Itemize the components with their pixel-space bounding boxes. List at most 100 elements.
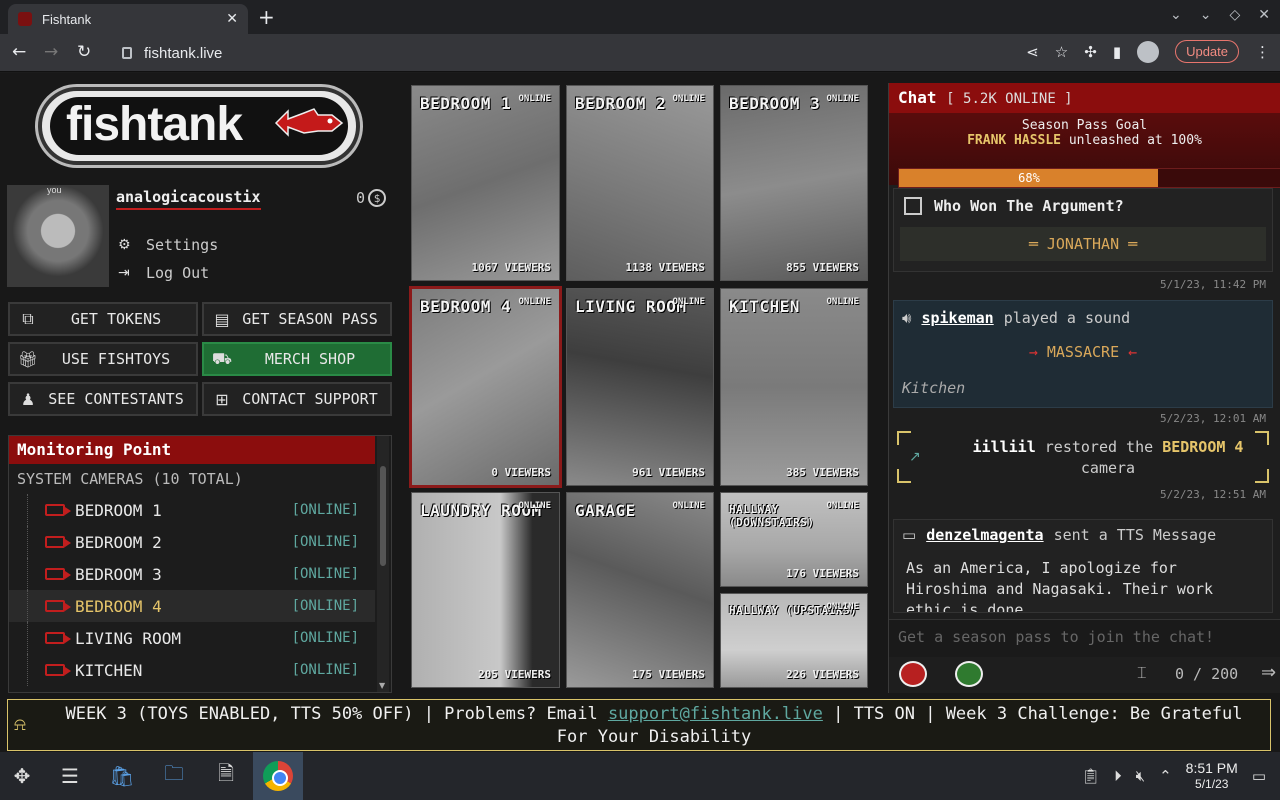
- more-menu-icon[interactable]: ⋮: [1255, 43, 1270, 61]
- camera-feed-hallway-upstairs[interactable]: HALLWAY (UPSTAIRS) ONLINE 226 VIEWERS: [720, 593, 868, 688]
- bookmark-star-icon[interactable]: ☆: [1055, 43, 1068, 61]
- username[interactable]: analogicacoustix: [116, 188, 261, 210]
- tray-expand-icon[interactable]: ⌃: [1159, 767, 1172, 785]
- camera-list-scrollbar[interactable]: ▼: [377, 436, 389, 692]
- close-tab-icon[interactable]: ✕: [226, 11, 238, 27]
- profile-avatar-icon[interactable]: [1137, 40, 1160, 63]
- discover-store-icon[interactable]: 🛍︎: [104, 758, 140, 794]
- settings-link[interactable]: ⚙ Settings: [118, 236, 218, 254]
- chrome-taskbar-item[interactable]: [253, 752, 303, 800]
- chat-input[interactable]: Get a season pass to join the chat!: [889, 619, 1280, 657]
- clipboard-icon[interactable]: 📋︎: [1081, 767, 1100, 785]
- camera-name: BEDROOM 3: [75, 564, 162, 584]
- camera-feed-bedroom-3[interactable]: BEDROOM 3 ONLINE 855 VIEWERS: [720, 85, 868, 281]
- fishtank-logo[interactable]: fishtank: [38, 87, 360, 165]
- send-icon[interactable]: ⇒: [1261, 662, 1276, 683]
- camera-status: [ONLINE]: [291, 598, 359, 614]
- poll-timestamp: 5/1/23, 11:42 PM: [1160, 278, 1266, 291]
- get-tokens-button[interactable]: ⧉ GET TOKENS: [8, 302, 198, 336]
- merch-shop-button[interactable]: ⛟ MERCH SHOP: [202, 342, 392, 376]
- camera-feed-living-room[interactable]: LIVING ROOM ONLINE 961 VIEWERS: [566, 288, 714, 486]
- gift-icon: 🎁︎: [17, 349, 39, 369]
- camera-list-item[interactable]: LIVING ROOM [ONLINE]: [9, 622, 375, 654]
- camera-feed-status: ONLINE: [826, 297, 859, 307]
- camera-feed-bedroom-2[interactable]: BEDROOM 2 ONLINE 1138 VIEWERS: [566, 85, 714, 281]
- sound-name: MASSACRE: [1046, 343, 1120, 361]
- back-icon[interactable]: ←: [12, 42, 26, 62]
- restore-username[interactable]: iilliil: [973, 438, 1036, 456]
- show-desktop-icon[interactable]: ▭: [1252, 767, 1266, 785]
- camera-list-item[interactable]: KITCHEN [ONLINE]: [9, 654, 375, 686]
- tab-title: Fishtank: [42, 11, 92, 27]
- camera-feed-title: BEDROOM 4: [420, 297, 512, 316]
- token-balance: 0 $: [356, 189, 387, 207]
- text-cursor-icon[interactable]: ⌶: [1137, 663, 1147, 683]
- chat-title: Chat: [898, 88, 937, 107]
- side-panel-icon[interactable]: ▮: [1113, 43, 1121, 61]
- camera-feed-kitchen[interactable]: KITCHEN ONLINE 385 VIEWERS: [720, 288, 868, 486]
- sound-room: Kitchen: [902, 379, 966, 397]
- extensions-icon[interactable]: ✣: [1084, 43, 1097, 61]
- volume-muted-icon[interactable]: 🔇︎: [1136, 767, 1145, 785]
- camera-list-item[interactable]: BEDROOM 2 [ONLINE]: [9, 526, 375, 558]
- app-launcher-icon[interactable]: ✥: [4, 758, 40, 794]
- tts-message-card: ▭ denzelmagenta sent a TTS Message As an A…: [893, 519, 1273, 613]
- media-play-icon[interactable]: ⏵: [1114, 767, 1122, 785]
- contact-support-button[interactable]: ⊞ CONTACT SUPPORT: [202, 382, 392, 416]
- file-manager-icon[interactable]: 🗀︎: [156, 758, 192, 794]
- support-email-link[interactable]: support@fishtank.live: [608, 704, 823, 724]
- settings-sliders-icon: ⚙: [118, 237, 131, 253]
- see-contestants-label: SEE CONTESTANTS: [48, 390, 184, 408]
- camera-name: LIVING ROOM: [75, 628, 181, 648]
- use-fishtoys-button[interactable]: 🎁︎ USE FISHTOYS: [8, 342, 198, 376]
- see-contestants-button[interactable]: ♟ SEE CONTESTANTS: [8, 382, 198, 416]
- update-button[interactable]: Update: [1175, 40, 1239, 63]
- camera-feed-title: BEDROOM 2: [575, 94, 667, 113]
- camera-list-item[interactable]: BEDROOM 1 [ONLINE]: [9, 494, 375, 526]
- camera-feed-hallway-downstairs[interactable]: HALLWAY (DOWNSTAIRS) ONLINE 176 VIEWERS: [720, 492, 868, 587]
- get-season-pass-button[interactable]: ▤ GET SEASON PASS: [202, 302, 392, 336]
- reload-icon[interactable]: ↻: [77, 42, 91, 62]
- profile-picture[interactable]: you: [7, 185, 109, 287]
- new-tab-icon[interactable]: +: [258, 5, 275, 29]
- camera-feed-viewers: 0 VIEWERS: [491, 466, 551, 479]
- text-editor-icon[interactable]: 🗎︎: [208, 758, 244, 794]
- camera-feed-title: LIVING ROOM: [575, 297, 687, 316]
- camera-feed-laundry-room[interactable]: LAUNDRY ROOM ONLINE 205 VIEWERS: [411, 492, 560, 688]
- camera-feed-status: ONLINE: [672, 94, 705, 104]
- close-window-icon[interactable]: ✕: [1258, 7, 1270, 23]
- tab-search-icon[interactable]: ⌄: [1170, 7, 1182, 23]
- camera-feed-garage[interactable]: GARAGE ONLINE 175 VIEWERS: [566, 492, 714, 688]
- camera-feed-bedroom-1[interactable]: BEDROOM 1 ONLINE 1067 VIEWERS: [411, 85, 560, 281]
- maximize-icon[interactable]: ◇: [1229, 7, 1240, 23]
- fishtoy-picker-icon[interactable]: [955, 661, 983, 687]
- share-icon[interactable]: ⋖: [1026, 43, 1039, 61]
- announcement-ticker: ⍾ WEEK 3 (TOYS ENABLED, TTS 50% OFF) | P…: [7, 699, 1271, 751]
- ticker-text-a: WEEK 3 (TOYS ENABLED, TTS 50% OFF) | Pro…: [65, 704, 608, 724]
- camera-feed-status: ONLINE: [518, 94, 551, 104]
- forward-icon[interactable]: →: [44, 42, 58, 62]
- logout-label: Log Out: [146, 264, 210, 282]
- camera-icon: [45, 600, 71, 612]
- camera-feed-viewers: 855 VIEWERS: [786, 261, 859, 274]
- restore-target: BEDROOM 4: [1162, 438, 1244, 456]
- clock[interactable]: 8:51 PM 5/1/23: [1186, 760, 1238, 792]
- camera-list-item[interactable]: BEDROOM 3 [ONLINE]: [9, 558, 375, 590]
- camera-feed-bedroom-4[interactable]: BEDROOM 4 ONLINE 0 VIEWERS: [409, 286, 562, 488]
- coin-icon: $: [368, 189, 387, 207]
- emote-picker-icon[interactable]: [899, 661, 927, 687]
- arrow-left-icon: ←: [1128, 343, 1138, 361]
- browser-tab[interactable]: Fishtank ✕: [8, 4, 248, 34]
- logo-text: fishtank: [66, 98, 243, 151]
- minimize-icon[interactable]: ⌄: [1200, 7, 1212, 23]
- system-settings-icon[interactable]: ☰: [52, 758, 88, 794]
- scroll-down-icon[interactable]: ▼: [379, 681, 385, 690]
- sound-username[interactable]: spikeman: [921, 309, 993, 327]
- logout-link[interactable]: ⇥ Log Out: [118, 264, 209, 282]
- chat-online-count: [ 5.2K ONLINE ]: [946, 91, 1073, 107]
- address-bar[interactable]: fishtank.live: [108, 38, 1008, 68]
- monitoring-panel: Monitoring Point SYSTEM CAMERAS (10 TOTA…: [8, 435, 392, 693]
- camera-list-item-selected[interactable]: BEDROOM 4 [ONLINE]: [9, 590, 375, 622]
- settings-label: Settings: [146, 236, 219, 254]
- tts-username[interactable]: denzelmagenta: [926, 526, 1043, 544]
